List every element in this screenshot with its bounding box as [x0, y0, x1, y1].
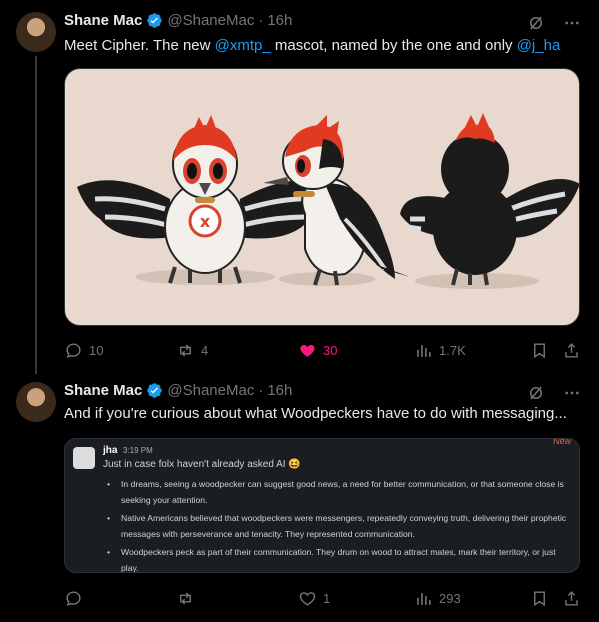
repost-button[interactable]: 4 — [176, 340, 208, 360]
more-icon[interactable] — [563, 384, 581, 402]
share-icon — [565, 342, 578, 358]
tweet-top-icons — [527, 384, 581, 402]
like-icon — [300, 344, 315, 357]
like-count: 1 — [323, 590, 331, 606]
bookmark-button[interactable] — [530, 340, 549, 360]
message-intro: Just in case folx haven't already asked … — [103, 459, 301, 470]
avatar[interactable] — [16, 12, 56, 52]
timestamp[interactable]: 16h — [267, 12, 292, 29]
svg-text:x: x — [200, 212, 211, 231]
repost-icon — [180, 591, 191, 605]
avatar[interactable] — [16, 382, 56, 422]
repost-button[interactable] — [176, 588, 201, 608]
message-time: 3:19 PM — [123, 446, 153, 455]
tweet-media-image[interactable]: x — [64, 68, 580, 326]
reply-button[interactable] — [64, 588, 89, 608]
separator: · — [258, 12, 264, 29]
list-item: In dreams, seeing a woodpecker can sugge… — [103, 477, 573, 508]
like-button[interactable]: 1 — [298, 588, 330, 608]
grok-icon[interactable] — [527, 14, 545, 32]
author-name[interactable]: Shane Mac — [64, 12, 142, 29]
share-icon — [565, 590, 578, 606]
message-bullet-list: In dreams, seeing a woodpecker can sugge… — [103, 477, 573, 572]
woodpecker-mascot-illustration: x — [77, 113, 579, 289]
like-icon — [299, 591, 316, 606]
like-count: 30 — [323, 342, 338, 358]
message-author: jha — [103, 445, 118, 456]
tweet-header: Shane Mac @ShaneMac · 16h — [64, 382, 292, 399]
tweet-actions: 10 4 30 1.7K — [64, 340, 584, 360]
tweet-1[interactable]: Shane Mac @ShaneMac · 16h Meet Cipher. T… — [0, 0, 599, 374]
share-button[interactable] — [562, 588, 581, 608]
message-avatar — [73, 447, 95, 469]
mention-link[interactable]: @xmtp_ — [215, 37, 271, 54]
views-icon — [417, 592, 431, 605]
grok-icon[interactable] — [527, 384, 545, 402]
tweet-actions: 1 293 — [64, 588, 584, 608]
tweet-text-part: mascot, named by the one and only — [270, 37, 517, 54]
more-icon[interactable] — [563, 14, 581, 32]
separator: · — [258, 382, 264, 399]
timestamp[interactable]: 16h — [267, 382, 292, 399]
new-marker: New — [552, 438, 571, 446]
repost-count: 4 — [201, 342, 209, 358]
views-count: 1.7K — [439, 342, 466, 358]
list-item: Native Americans believed that woodpecke… — [103, 511, 573, 542]
views-count: 293 — [439, 590, 461, 606]
bookmark-icon — [534, 590, 545, 606]
author-handle[interactable]: @ShaneMac — [167, 12, 254, 29]
tweet-text: Meet Cipher. The new @xmtp_ mascot, name… — [64, 36, 560, 56]
share-button[interactable] — [562, 340, 581, 360]
repost-icon — [180, 343, 191, 357]
like-button[interactable]: 30 — [298, 340, 337, 360]
bookmark-button[interactable] — [530, 588, 549, 608]
tweet-text-part: Meet Cipher. The new — [64, 37, 215, 54]
list-item: Woodpeckers peck as part of their commun… — [103, 545, 573, 572]
verified-badge-icon — [147, 383, 163, 398]
tweet-text: And if you're curious about what Woodpec… — [64, 405, 567, 422]
reply-icon — [66, 590, 81, 606]
views-button[interactable]: 293 — [414, 588, 461, 608]
attached-screenshot-image[interactable]: jha 3:19 PM New Just in case folx haven'… — [64, 438, 580, 573]
verified-badge-icon — [147, 13, 163, 28]
tweet-top-icons — [527, 14, 581, 32]
reply-icon — [66, 342, 81, 358]
bookmark-icon — [534, 342, 545, 358]
views-button[interactable]: 1.7K — [414, 340, 466, 360]
author-handle[interactable]: @ShaneMac — [167, 382, 254, 399]
views-icon — [417, 344, 431, 357]
reply-count: 10 — [89, 342, 104, 358]
reply-button[interactable]: 10 — [64, 340, 103, 360]
mention-link[interactable]: @j_ha — [517, 37, 561, 54]
mascot-back-view — [400, 113, 579, 286]
tweet-header: Shane Mac @ShaneMac · 16h — [64, 12, 292, 29]
author-name[interactable]: Shane Mac — [64, 382, 142, 399]
